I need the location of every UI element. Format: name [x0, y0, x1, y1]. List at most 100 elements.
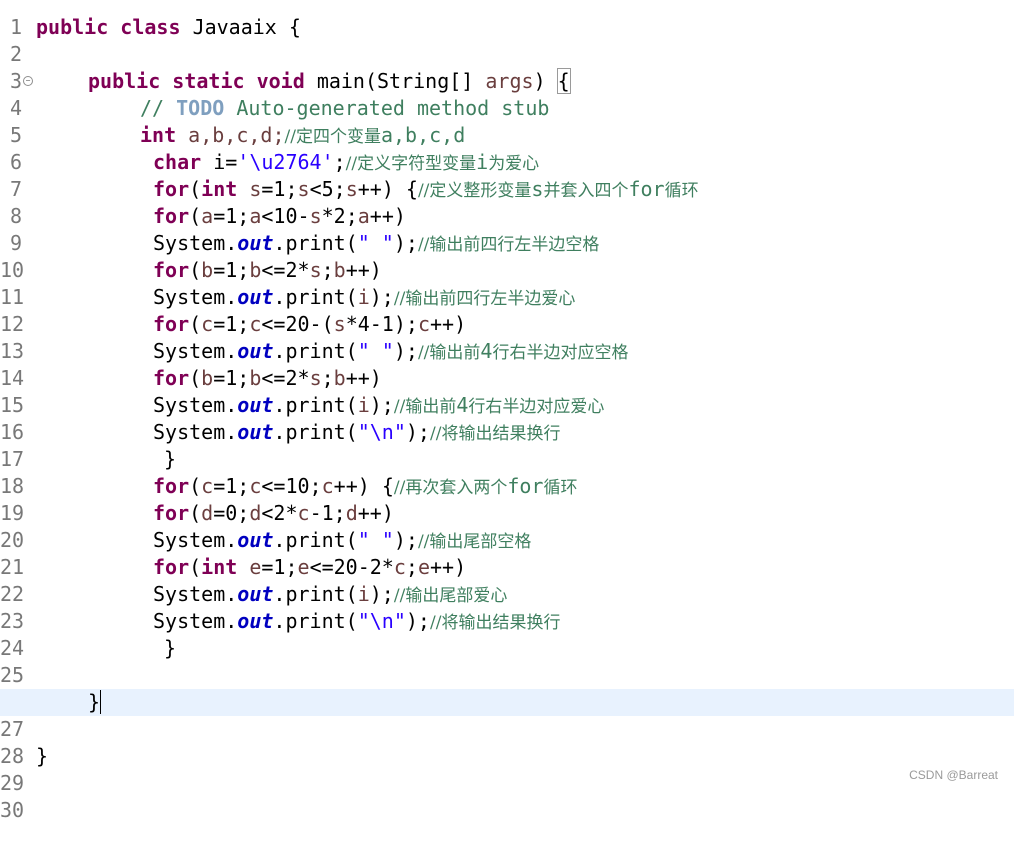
code-text: // TODO Auto-generated method stub [140, 95, 549, 122]
code-line-3[interactable]: 3 [0, 41, 1014, 93]
assignment: i= [201, 150, 238, 174]
method-call: .print( [273, 420, 358, 444]
variable: i [357, 582, 370, 606]
keyword: public [88, 69, 161, 93]
code-text: } [164, 446, 176, 473]
code-line-24[interactable]: 24 System.out.print("\n");//将输出结果换行 [0, 608, 1014, 660]
code-line-1[interactable]: 1 [0, 0, 1014, 39]
variable: b [333, 366, 346, 390]
punctuation: ( [189, 312, 202, 336]
variables: a,b,c,d; [176, 123, 285, 147]
code-line-22[interactable]: 22 for(int e=1;e<=20-2*c;e++) [0, 554, 1014, 606]
code-text: for(c=1;c<=10;c++) {//再次套入两个for循环 [153, 473, 577, 502]
comment: for [507, 474, 544, 498]
fold-collapse-icon[interactable]: − [23, 76, 33, 86]
class-ref: System. [153, 420, 238, 444]
comment: //将输出结果换行 [429, 613, 561, 633]
code-line-26[interactable]: 26 [0, 662, 1014, 714]
comment: i [476, 150, 489, 174]
code-line-9[interactable]: 9 for(a=1;a<10-s*2;a++) [0, 203, 1014, 255]
code-line-27-current[interactable]: 27 } [0, 689, 1014, 741]
expression: ++) [345, 258, 382, 282]
code-line-11[interactable]: 11 for(b=1;b<=2*s;b++) [0, 257, 1014, 309]
expression: =1; [261, 555, 298, 579]
code-line-23[interactable]: 23 System.out.print(i);//输出尾部爱心 [0, 581, 1014, 633]
code-line-17[interactable]: 17 System.out.print("\n");//将输出结果换行 [0, 419, 1014, 471]
expression: =0; [213, 501, 250, 525]
static-field: out [237, 339, 274, 363]
matching-bracket: { [556, 68, 571, 94]
closing-brace: } [164, 447, 177, 471]
string-literal: " " [357, 528, 394, 552]
keyword: int [201, 555, 238, 579]
closing-brace: } [88, 690, 101, 714]
code-line-7[interactable]: 7 char i='\u2764';//定义字符型变量i为爱心 [0, 149, 1014, 201]
keyword: static [172, 69, 245, 93]
code-line-4[interactable]: 4 − public static void main(String[] arg… [0, 68, 1014, 120]
code-line-20[interactable]: 20 for(d=0;d<2*c-1;d++) [0, 500, 1014, 552]
code-line-6[interactable]: 6 int a,b,c,d;//定四个变量a,b,c,d [0, 122, 1014, 174]
static-field: out [237, 420, 274, 444]
code-editor[interactable]: 1 2 public class Javaaix { 3 4 − public … [0, 0, 1014, 822]
punctuation: ); [393, 231, 418, 255]
expression: ++) [429, 312, 467, 336]
code-text: System.out.print("\n");//将输出结果换行 [153, 608, 560, 637]
variable: s [309, 366, 322, 390]
expression: <=20-( [261, 312, 334, 336]
line-number: 30 [0, 798, 25, 822]
variable: e [297, 555, 310, 579]
punctuation: ); [393, 528, 418, 552]
code-line-28[interactable]: 28 [0, 716, 1014, 768]
code-text: public class Javaaix { [36, 14, 301, 41]
expression: ; [321, 258, 334, 282]
expression: =1; [213, 474, 250, 498]
variable: c [417, 312, 430, 336]
keyword: for [153, 474, 190, 498]
code-line-12[interactable]: 12 System.out.print(i);//输出前四行左半边爱心 [0, 284, 1014, 336]
code-line-25[interactable]: 25 } [0, 635, 1014, 687]
code-line-5[interactable]: 5 // TODO Auto-generated method stub [0, 95, 1014, 147]
code-text: System.out.print(" ");//输出前四行左半边空格 [153, 230, 599, 259]
variable: s [333, 312, 346, 336]
comment: //输出前四行左半边爱心 [393, 289, 576, 309]
code-line-21[interactable]: 21 System.out.print(" ");//输出尾部空格 [0, 527, 1014, 579]
method-call: .print( [273, 528, 358, 552]
code-line-29[interactable]: 29 } [0, 743, 1014, 795]
keyword: char [153, 150, 202, 174]
expression: <=10; [261, 474, 322, 498]
code-line-10[interactable]: 10 System.out.print(" ");//输出前四行左半边空格 [0, 230, 1014, 282]
code-text: System.out.print(" ");//输出前4行右半边对应空格 [153, 338, 628, 367]
code-line-15[interactable]: 15 for(b=1;b<=2*s;b++) [0, 365, 1014, 417]
code-line-30[interactable]: 30 [0, 770, 1014, 822]
code-text: System.out.print(i);//输出尾部爱心 [153, 581, 507, 610]
punctuation: ); [405, 609, 430, 633]
punctuation: ); [393, 339, 418, 363]
variable: e [249, 555, 262, 579]
code-line-16[interactable]: 16 System.out.print(i);//输出前4行右半边对应爱心 [0, 392, 1014, 444]
code-line-8[interactable]: 8 for(int s=1;s<5;s++) {//定义整形变量s并套入四个fo… [0, 176, 1014, 228]
keyword: class [120, 15, 181, 39]
code-line-14[interactable]: 14 System.out.print(" ");//输出前4行右半边对应空格 [0, 338, 1014, 390]
variable: s [309, 258, 322, 282]
code-line-18[interactable]: 18 } [0, 446, 1014, 498]
static-field: out [237, 582, 274, 606]
code-text: for(b=1;b<=2*s;b++) [153, 257, 382, 284]
variable: b [201, 366, 214, 390]
variable: b [249, 366, 262, 390]
comment: //输出尾部爱心 [393, 586, 508, 606]
expression: <=20-2* [309, 555, 394, 579]
variable: c [201, 312, 214, 336]
variable: c [297, 501, 310, 525]
code-line-13[interactable]: 13 for(c=1;c<=20-(s*4-1);c++) [0, 311, 1014, 363]
expression: -1; [309, 501, 346, 525]
expression: <=2* [261, 366, 310, 390]
expression: *2; [321, 204, 358, 228]
variable: d [201, 501, 214, 525]
expression: ++) [345, 366, 382, 390]
string-literal: "\n" [357, 609, 406, 633]
keyword: int [140, 123, 177, 147]
code-text: System.out.print(i);//输出前四行左半边爱心 [153, 284, 575, 313]
variable: a [249, 204, 262, 228]
code-line-19[interactable]: 19 for(c=1;c<=10;c++) {//再次套入两个for循环 [0, 473, 1014, 525]
code-line-2[interactable]: 2 public class Javaaix { [0, 14, 1014, 66]
